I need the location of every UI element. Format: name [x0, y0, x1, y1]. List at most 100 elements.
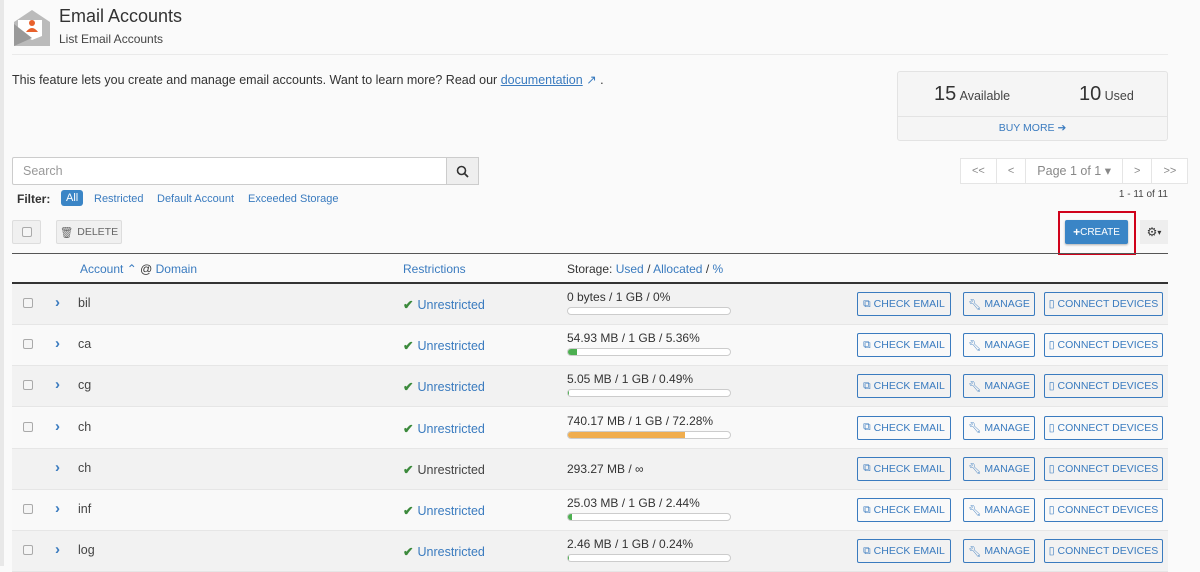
- connect-devices-button[interactable]: ▯ CONNECT DEVICES: [1044, 456, 1163, 481]
- manage-button[interactable]: 🔧︎ MANAGE: [963, 374, 1035, 399]
- search-icon: [456, 165, 469, 178]
- wrench-icon: 🔧︎: [968, 339, 982, 352]
- check-icon: ✔: [403, 504, 414, 518]
- expand-chevron-icon[interactable]: ›: [55, 418, 60, 435]
- table-row: › inf ✔ Unrestricted 25.03 MB / 1 GB / 2.44%…: [12, 490, 1168, 531]
- expand-chevron-icon[interactable]: ›: [55, 376, 60, 393]
- connect-devices-button[interactable]: ▯ CONNECT DEVICES: [1044, 374, 1163, 399]
- mobile-icon: ▯: [1048, 504, 1055, 516]
- storage-usage: 2.46 MB / 1 GB / 0.24%: [567, 537, 694, 552]
- wrench-icon: 🔧︎: [968, 422, 982, 435]
- filter-default-account[interactable]: Default Account: [157, 193, 234, 205]
- restriction-status[interactable]: ✔ Unrestricted: [403, 544, 485, 559]
- wrench-icon: 🔧︎: [968, 298, 982, 311]
- table-row: › ch ✔ Unrestricted 740.17 MB / 1 GB / 72.28…: [12, 407, 1168, 449]
- trash-icon: 🗑: [59, 226, 74, 239]
- gear-icon: ⚙: [1146, 225, 1158, 239]
- row-checkbox[interactable]: [23, 421, 33, 432]
- manage-button[interactable]: 🔧︎ MANAGE: [963, 333, 1035, 358]
- restriction-status[interactable]: ✔ Unrestricted: [403, 421, 485, 436]
- external-link-icon: ⧉: [863, 421, 871, 434]
- divider: [12, 54, 1168, 55]
- check-email-button[interactable]: ⧉ CHECK EMAIL: [857, 415, 951, 440]
- account-name: bil: [78, 296, 91, 310]
- manage-button[interactable]: 🔧︎ MANAGE: [963, 292, 1035, 316]
- manage-button[interactable]: 🔧︎ MANAGE: [963, 498, 1035, 522]
- restriction-status[interactable]: ✔ Unrestricted: [403, 503, 485, 518]
- expand-chevron-icon[interactable]: ›: [55, 459, 60, 476]
- column-header-account[interactable]: Account ⌃ @ Domain: [80, 262, 197, 276]
- storage-usage: 0 bytes / 1 GB / 0%: [567, 290, 671, 304]
- settings-dropdown[interactable]: ⚙ ▾: [1140, 220, 1168, 244]
- external-link-icon: ⧉: [863, 297, 871, 310]
- connect-devices-button[interactable]: ▯ CONNECT DEVICES: [1044, 539, 1163, 564]
- check-email-button[interactable]: ⧉ CHECK EMAIL: [857, 292, 951, 316]
- restriction-status[interactable]: ✔ Unrestricted: [403, 297, 485, 312]
- manage-button[interactable]: 🔧︎ MANAGE: [963, 415, 1035, 440]
- filter-exceeded-storage[interactable]: Exceeded Storage: [248, 193, 339, 205]
- select-all-checkbox[interactable]: [12, 220, 41, 244]
- filter-restricted[interactable]: Restricted: [94, 193, 144, 205]
- page-select[interactable]: Page 1 of 1 ▾: [1026, 159, 1123, 183]
- prev-page-button[interactable]: <: [997, 159, 1027, 183]
- search-button[interactable]: [446, 157, 479, 185]
- account-name: ch: [78, 419, 92, 434]
- external-link-icon: ↗: [586, 73, 597, 87]
- storage-usage: 54.93 MB / 1 GB / 5.36%: [567, 331, 700, 346]
- storage-progress-bar: [567, 307, 731, 315]
- expand-chevron-icon[interactable]: ›: [55, 500, 60, 517]
- external-link-icon: ⧉: [863, 379, 871, 392]
- row-checkbox[interactable]: [23, 545, 33, 556]
- row-checkbox[interactable]: [23, 504, 33, 514]
- last-page-button[interactable]: >>: [1152, 159, 1187, 183]
- account-name: ch: [78, 460, 92, 475]
- connect-devices-button[interactable]: ▯ CONNECT DEVICES: [1044, 498, 1163, 522]
- check-email-button[interactable]: ⧉ CHECK EMAIL: [857, 498, 951, 522]
- delete-button[interactable]: 🗑 DELETE: [56, 220, 122, 244]
- check-email-button[interactable]: ⧉ CHECK EMAIL: [857, 456, 951, 481]
- row-checkbox[interactable]: [23, 339, 33, 350]
- documentation-link[interactable]: documentation: [501, 73, 583, 87]
- mobile-icon: ▯: [1048, 380, 1055, 393]
- column-header-storage: Storage: Used / Allocated / %: [567, 262, 724, 276]
- row-checkbox[interactable]: [23, 380, 33, 391]
- next-page-button[interactable]: >: [1123, 159, 1153, 183]
- storage-progress-fill: [568, 431, 686, 438]
- check-icon: ✔: [403, 421, 414, 436]
- connect-devices-button[interactable]: ▯ CONNECT DEVICES: [1044, 292, 1163, 316]
- wrench-icon: 🔧︎: [968, 545, 982, 558]
- restriction-status[interactable]: ✔ Unrestricted: [403, 338, 485, 353]
- restriction-status[interactable]: ✔ Unrestricted: [403, 379, 485, 394]
- buy-more-link[interactable]: BUY MORE ➔: [898, 122, 1167, 134]
- check-email-button[interactable]: ⧉ CHECK EMAIL: [857, 374, 951, 399]
- check-email-button[interactable]: ⧉ CHECK EMAIL: [857, 333, 951, 358]
- expand-chevron-icon[interactable]: ›: [55, 294, 60, 311]
- used-count: 10: [1079, 83, 1102, 105]
- expand-chevron-icon[interactable]: ›: [55, 541, 60, 558]
- manage-button[interactable]: 🔧︎ MANAGE: [963, 456, 1035, 481]
- filter-all[interactable]: All: [61, 190, 84, 206]
- first-page-button[interactable]: <<: [961, 159, 997, 183]
- check-email-button[interactable]: ⧉ CHECK EMAIL: [857, 539, 951, 564]
- expand-chevron-icon[interactable]: ›: [55, 335, 60, 352]
- search-input[interactable]: Search: [12, 157, 447, 185]
- available-count: 15: [934, 83, 957, 105]
- storage-progress-bar: [567, 389, 731, 398]
- storage-usage: 5.05 MB / 1 GB / 0.49%: [567, 372, 694, 387]
- storage-progress-bar: [567, 348, 731, 357]
- storage-progress-fill: [568, 555, 570, 562]
- result-count: 1 - 11 of 11: [1118, 189, 1168, 200]
- account-name: cg: [78, 378, 92, 393]
- external-link-icon: ⧉: [863, 462, 871, 475]
- storage-usage: 293.27 MB / ∞: [567, 461, 644, 476]
- row-checkbox[interactable]: [23, 298, 33, 308]
- manage-button[interactable]: 🔧︎ MANAGE: [963, 539, 1035, 564]
- check-icon: ✔: [403, 298, 414, 312]
- mobile-icon: ▯: [1048, 339, 1055, 352]
- storage-progress-bar: [567, 513, 731, 521]
- connect-devices-button[interactable]: ▯ CONNECT DEVICES: [1044, 415, 1163, 440]
- column-header-restrictions[interactable]: Restrictions: [403, 262, 466, 276]
- filter-label: Filter:: [17, 192, 51, 206]
- wrench-icon: 🔧︎: [968, 504, 982, 517]
- connect-devices-button[interactable]: ▯ CONNECT DEVICES: [1044, 333, 1163, 358]
